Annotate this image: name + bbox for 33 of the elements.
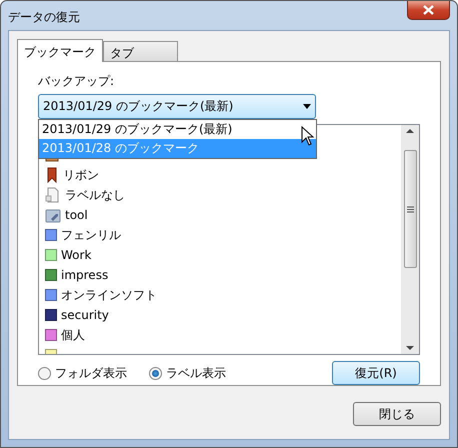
label-item[interactable]: 個人 [61, 326, 85, 344]
close-icon [423, 5, 434, 15]
close-button[interactable] [407, 1, 450, 20]
backup-label: バックアップ: [38, 73, 116, 90]
label-item[interactable]: tool [65, 206, 88, 224]
grip-icon [406, 206, 414, 213]
dropdown-arrow-icon [303, 104, 311, 109]
close-dialog-button[interactable]: 閉じる [353, 402, 441, 426]
bookmark-icon [45, 166, 59, 183]
radio-button[interactable] [149, 366, 162, 380]
label-item[interactable]: impress [61, 266, 108, 284]
label-item[interactable]: オンラインソフト [61, 286, 157, 304]
radio-label[interactable]: ラベル表示 [166, 364, 226, 382]
cursor-icon [301, 126, 314, 146]
page-icon [45, 186, 61, 203]
window-title: データの復元 [8, 9, 80, 26]
dropdown-value: 2013/01/29 のブックマーク(最新) [43, 98, 234, 116]
scrollbar[interactable] [401, 124, 419, 354]
tag-folder-icon [45, 206, 61, 223]
scroll-down-icon[interactable] [406, 346, 414, 351]
restore-button[interactable]: 復元(R) [332, 361, 420, 385]
label-item[interactable]: フェンリル [61, 226, 121, 244]
radio-label[interactable]: フォルダ表示 [55, 364, 127, 382]
dropdown-option[interactable]: 2013/01/29 のブックマーク(最新) [39, 120, 316, 139]
label-item[interactable]: Work [61, 246, 92, 264]
radio-button[interactable] [38, 366, 51, 380]
label-item[interactable]: リボン [63, 166, 99, 184]
label-item[interactable]: ラベルなし [65, 186, 125, 204]
scroll-thumb[interactable] [404, 150, 416, 268]
label-item[interactable]: security [61, 306, 109, 324]
scroll-up-icon[interactable] [406, 128, 414, 133]
tab[interactable]: ブックマーク [17, 39, 103, 62]
tab[interactable]: タブ [103, 41, 178, 61]
